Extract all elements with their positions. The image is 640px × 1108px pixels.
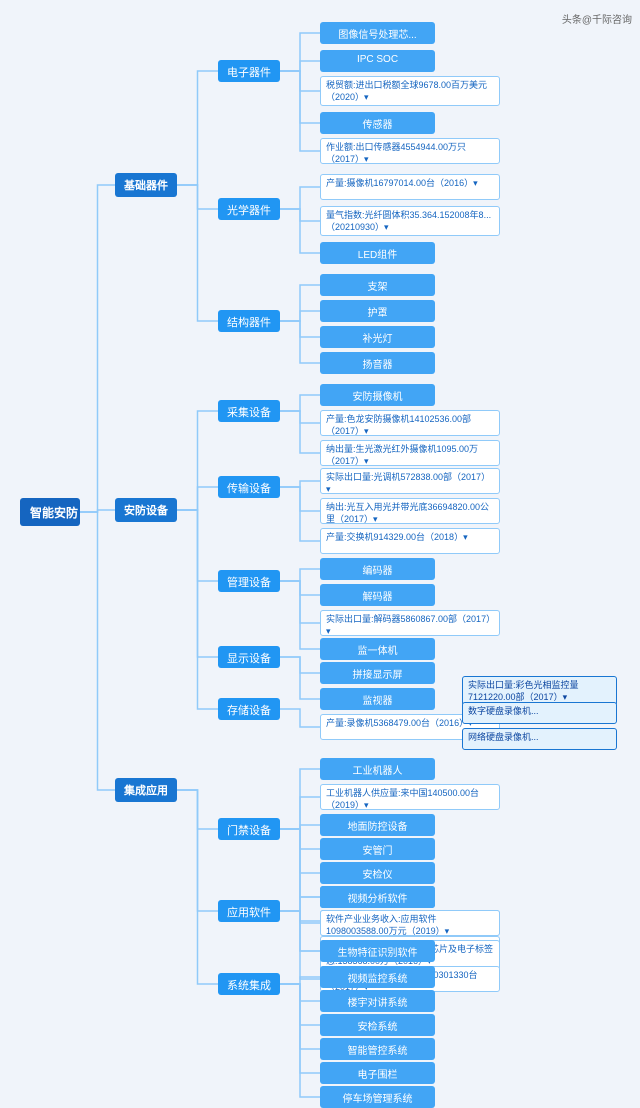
l3-bianmaqi: 编码器 — [320, 558, 435, 580]
l3-caiji-info1: 产量:色龙安防摄像机14102536.00部（2017）▾ — [320, 410, 500, 436]
l2-xitongjiecheng: 系统集成 — [218, 973, 280, 995]
l3-chuanshi-info3: 产量:交换机914329.00台（2018）▾ — [320, 528, 500, 554]
l3-guangxue-info2: 量气指数:光纤圆体积35.364.152008年8...（20210930）▾ — [320, 206, 500, 236]
l3-budengguang: 补光灯 — [320, 326, 435, 348]
l3-tuxiang: 图像信号处理芯... — [320, 22, 435, 44]
l3-jiqiren: 工业机器人 — [320, 758, 435, 780]
l2-guangxuexijian: 光学器件 — [218, 198, 280, 220]
l3-chuanshi-info1: 实际出口量:光调机572838.00部（2017）▾ — [320, 468, 500, 494]
l1-anfangshebei: 安防设备 — [115, 498, 177, 522]
l1-jichuqijian: 基础器件 — [115, 173, 177, 197]
l2-yingyongruanjian: 应用软件 — [218, 900, 280, 922]
l3-dimianfang: 地面防控设备 — [320, 814, 435, 836]
l2-cunchushebei: 存储设备 — [218, 698, 280, 720]
l3-cunchu-highlight2: 网络硬盘录像机... — [462, 728, 617, 750]
l3-yangyinqi: 扬音器 — [320, 352, 435, 374]
brand-watermark: 头条@千际咨询 — [562, 11, 632, 26]
l3-guangxue-info1: 产量:摄像机16797014.00台（2016）▾ — [320, 174, 500, 200]
l3-jiqiren-info: 工业机器人供应量:来中国140500.00台（2019）▾ — [320, 784, 500, 810]
l3-anjian-sys: 安检系统 — [320, 1014, 435, 1036]
l3-zhijia: 支架 — [320, 274, 435, 296]
l3-xinxi-sys: 电子围栏 — [320, 1062, 435, 1084]
l3-cheliang-sys: 停车场管理系统 — [320, 1086, 435, 1108]
l3-louyuduijing: 楼宇对讲系统 — [320, 990, 435, 1012]
main-container: 智能安防 基础器件 安防设备 集成应用 电子器件 光学器件 结构器件 采集设备 … — [0, 0, 640, 1035]
l1-jicheng: 集成应用 — [115, 778, 177, 802]
l3-jiankong: 监视器 — [320, 688, 435, 710]
l3-anguan: 安管门 — [320, 838, 435, 860]
l3-zhineng-sys: 智能管控系统 — [320, 1038, 435, 1060]
l3-led: LED组件 — [320, 242, 435, 264]
l3-cunchu-highlight1: 数字硬盘录像机... — [462, 702, 617, 724]
l3-shengwu-ruanjian: 生物特征识别软件 — [320, 940, 435, 962]
l3-anjianyi: 安检仪 — [320, 862, 435, 884]
l3-jianyi: 监一体机 — [320, 638, 435, 660]
l3-chuanganqi-info: 作业额:出口传感器4554944.00万只（2017）▾ — [320, 138, 500, 164]
l3-jiemazhi: 解码器 — [320, 584, 435, 606]
l3-anxiao: 安防摄像机 — [320, 384, 435, 406]
root-node: 智能安防 — [20, 498, 80, 526]
l2-jiegoujijian: 结构器件 — [218, 310, 280, 332]
l2-chuanshushebei: 传输设备 — [218, 476, 280, 498]
l3-pinjie: 拼接显示屏 — [320, 662, 435, 684]
l2-menjinkongzhi: 门禁设备 — [218, 818, 280, 840]
l3-chuanshi-info2: 纳出:光互入用光并带光底36694820.00公里（2017）▾ — [320, 498, 500, 524]
tree-wrapper: 智能安防 基础器件 安防设备 集成应用 电子器件 光学器件 结构器件 采集设备 … — [0, 10, 640, 30]
l3-chuanganqi: 传感器 — [320, 112, 435, 134]
l3-jiankong-sys: 视频监控系统 — [320, 966, 435, 988]
l2-dianziqijian: 电子器件 — [218, 60, 280, 82]
l2-xianshishebei: 显示设备 — [218, 646, 280, 668]
l3-guanli-info1: 实际出口量:解码器5860867.00部（2017）▾ — [320, 610, 500, 636]
l3-hugai: 护罩 — [320, 300, 435, 322]
l3-caiji-info2: 纳出量:生光激光红外摄像机1095.00万（2017）▾ — [320, 440, 500, 466]
l2-guanlishebei: 管理设备 — [218, 570, 280, 592]
l2-caijishebei: 采集设备 — [218, 400, 280, 422]
l3-dianzi-info1: 税贸额:进出口税额全球9678.00百万美元（2020）▾ — [320, 76, 500, 106]
l3-ipcsoc: IPC SOC — [320, 50, 435, 72]
l3-shipin-ruanjian: 视频分析软件 — [320, 886, 435, 908]
l3-ruanjian-info: 软件产业业务收入:应用软件1098003588.00万元（2019）▾ — [320, 910, 500, 936]
